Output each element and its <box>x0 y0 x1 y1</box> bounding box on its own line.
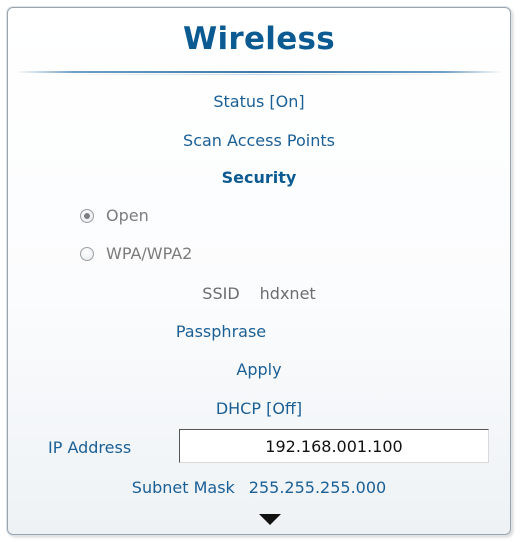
security-option-wpa[interactable]: WPA/WPA2 <box>80 244 192 263</box>
passphrase-link[interactable]: Passphrase <box>8 322 472 341</box>
subnet-mask-label: Subnet Mask <box>131 478 235 497</box>
wireless-panel: Wireless Status [On] Scan Access Points … <box>7 7 511 535</box>
scan-access-points-link[interactable]: Scan Access Points <box>8 131 510 150</box>
apply-button[interactable]: Apply <box>8 360 510 379</box>
ssid-row: SSID hdxnet <box>8 284 510 303</box>
security-option-label: Open <box>106 206 149 225</box>
status-link[interactable]: Status [On] <box>8 92 510 111</box>
radio-button[interactable] <box>80 246 94 261</box>
title-divider-shadow <box>38 74 480 75</box>
dhcp-toggle[interactable]: DHCP [Off] <box>8 399 510 418</box>
ip-address-label: IP Address <box>48 438 132 457</box>
radio-dot <box>84 212 90 219</box>
security-option-label: WPA/WPA2 <box>106 244 193 263</box>
down-triangle-icon[interactable] <box>259 514 281 525</box>
subnet-mask-row[interactable]: Subnet Mask 255.255.255.000 <box>8 478 510 497</box>
ssid-label: SSID <box>202 284 240 303</box>
ssid-value: hdxnet <box>259 284 316 303</box>
subnet-mask-value: 255.255.255.000 <box>248 478 387 497</box>
radio-button-selected[interactable] <box>80 208 94 223</box>
page-title: Wireless <box>182 21 336 57</box>
security-heading: Security <box>221 168 297 187</box>
ip-address-field[interactable] <box>179 429 489 463</box>
title-divider <box>16 71 502 73</box>
security-option-open[interactable]: Open <box>80 206 149 225</box>
